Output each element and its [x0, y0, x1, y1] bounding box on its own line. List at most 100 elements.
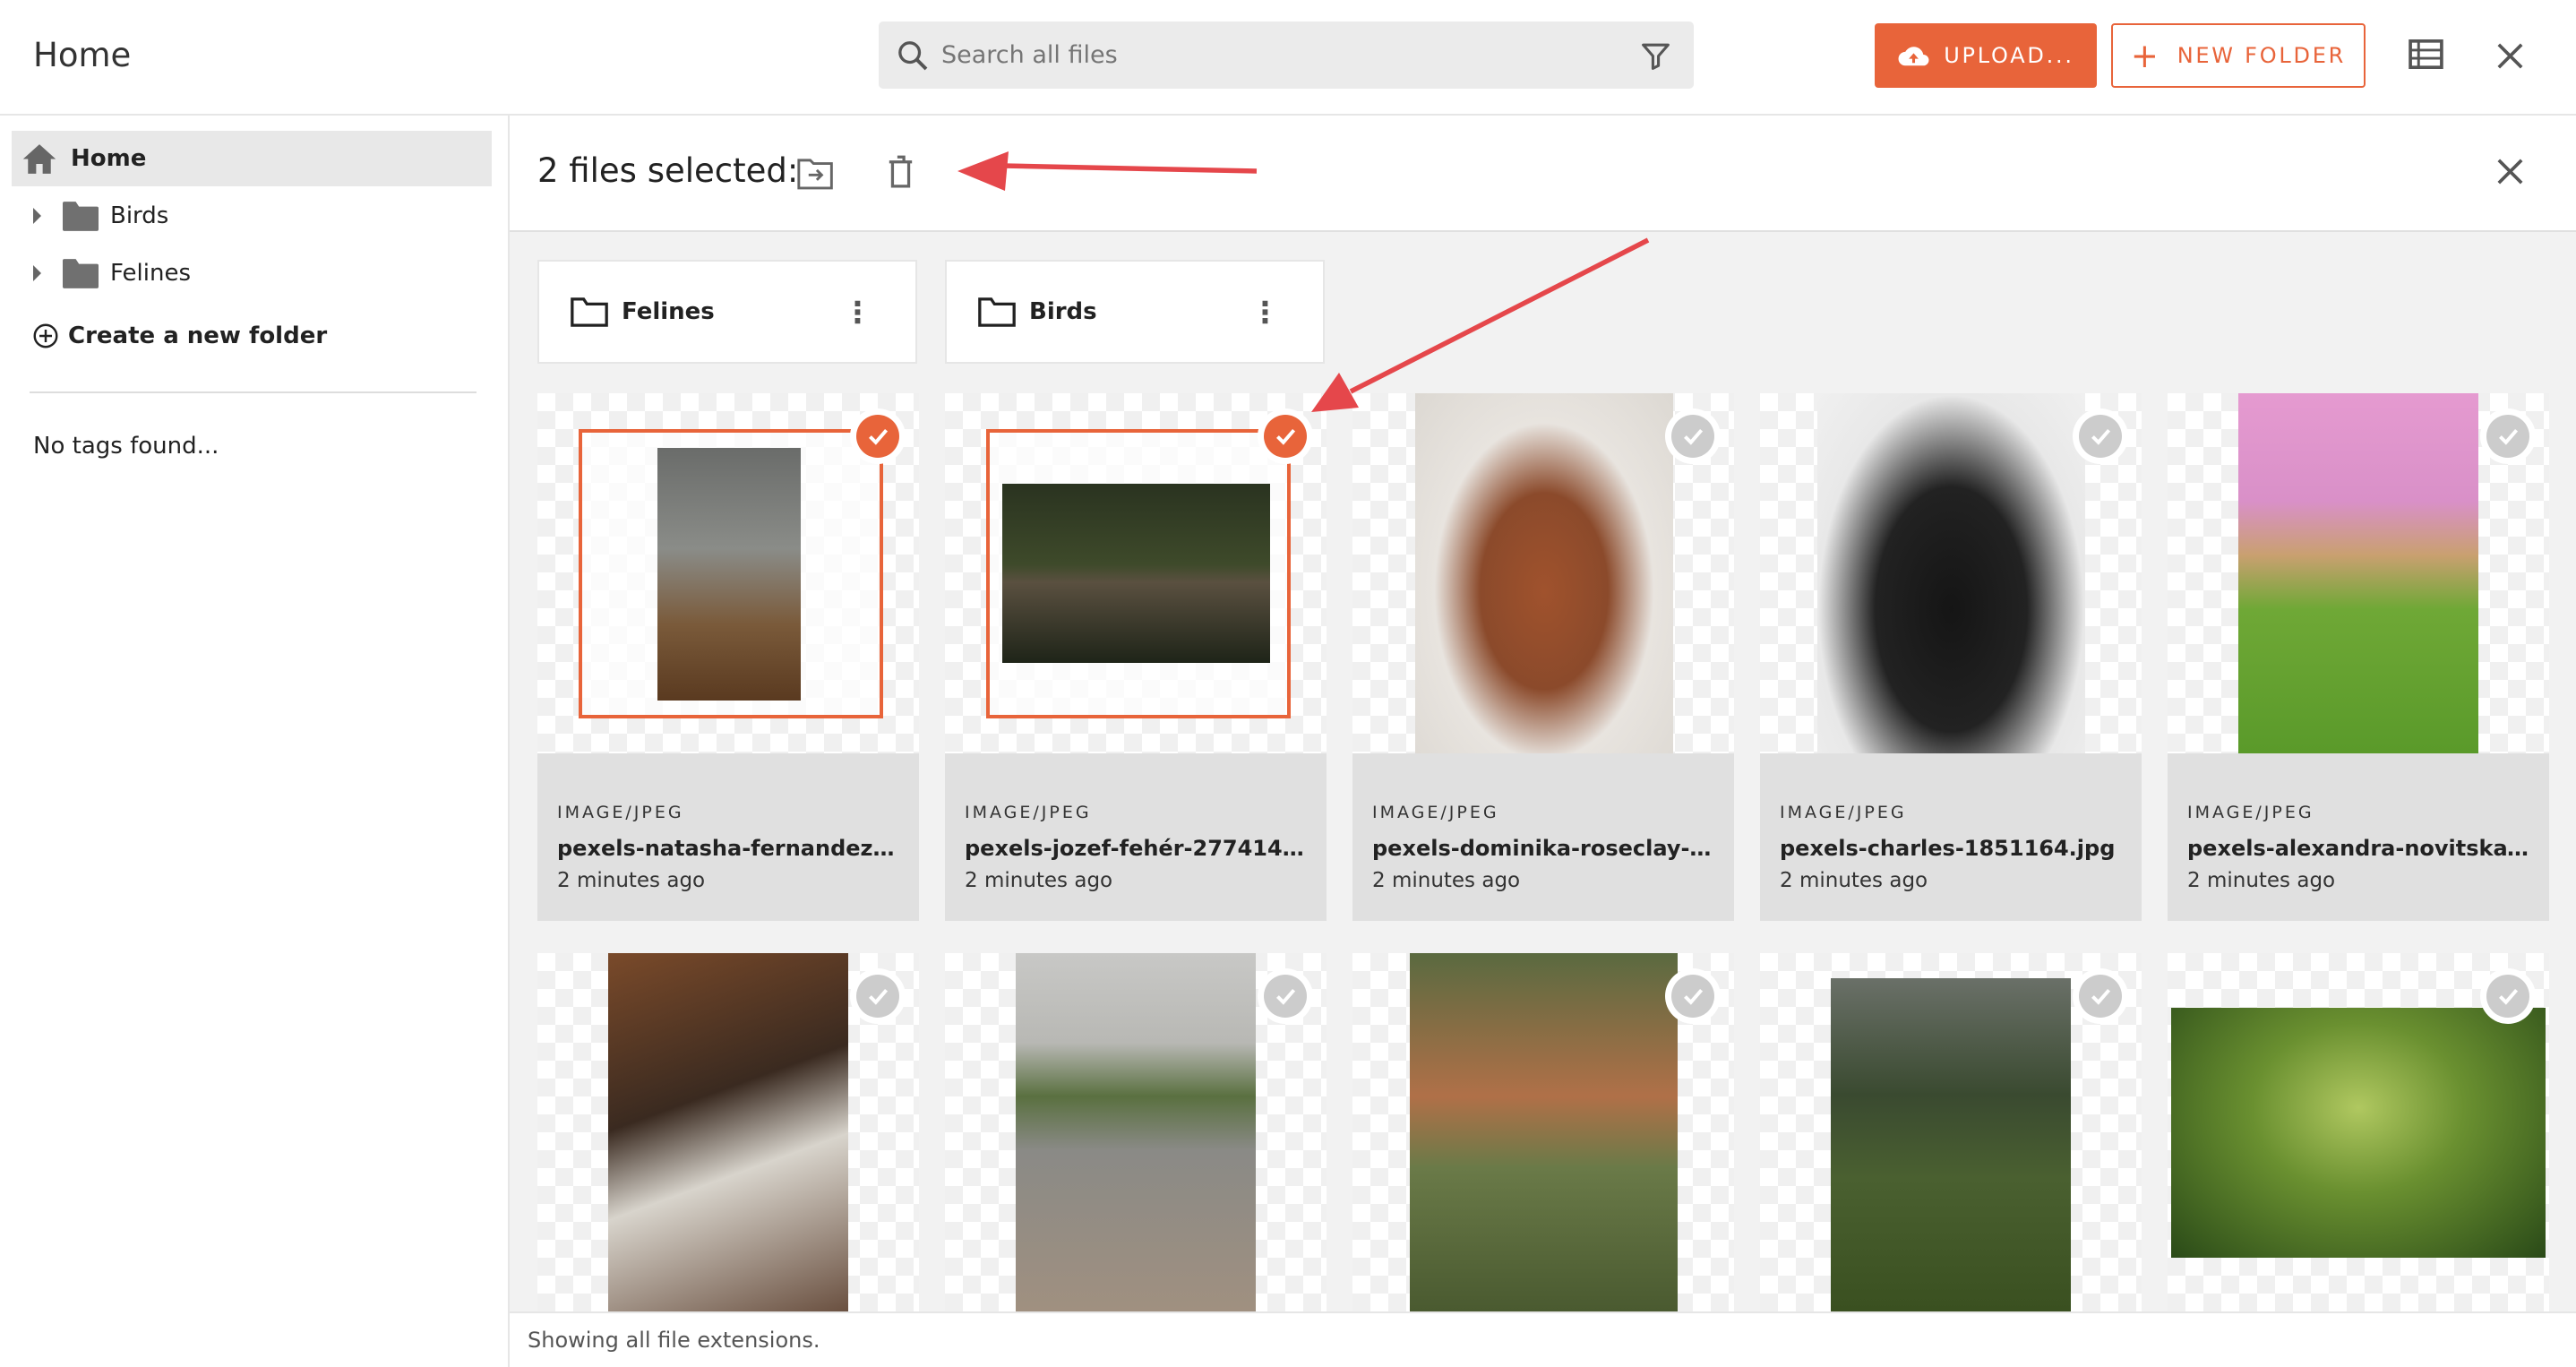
close-icon[interactable] — [2497, 43, 2523, 69]
file-type: IMAGE/JPEG — [965, 803, 1092, 822]
selection-bar: 2 files selected: — [510, 116, 2576, 232]
kangaroo-photo — [1410, 953, 1678, 1311]
status-footer: Showing all file extensions. — [510, 1311, 2576, 1367]
cloud-upload-icon — [1898, 46, 1929, 65]
check-icon — [1683, 428, 1703, 445]
file-type: IMAGE/JPEG — [2187, 803, 2314, 822]
file-type: IMAGE/JPEG — [557, 803, 684, 822]
goat-photo — [1831, 978, 2071, 1311]
list-view-icon[interactable] — [2409, 39, 2443, 69]
folder-name: Birds — [1029, 298, 1097, 325]
plus-icon: + — [2130, 36, 2161, 75]
pug-photo — [1817, 393, 2085, 753]
folder-card-birds[interactable]: Birds ⋮ — [945, 260, 1325, 364]
folder-name: Felines — [622, 298, 715, 325]
select-checkbox[interactable] — [2480, 408, 2536, 464]
file-name: pexels-jozef-fehér-2774140.jpg — [965, 836, 1309, 861]
file-type: IMAGE/JPEG — [1372, 803, 1499, 822]
file-card[interactable]: IMAGE/JPEG pexels-alexandra-novitskaya-2.… — [2168, 393, 2549, 921]
file-time: 2 minutes ago — [1780, 869, 1928, 892]
upload-button[interactable]: UPLOAD... — [1875, 23, 2097, 88]
file-thumbnail — [537, 953, 919, 1311]
new-folder-button[interactable]: + NEW FOLDER — [2111, 23, 2366, 88]
file-thumbnail — [1760, 393, 2142, 753]
header: Home UPLOAD... + NEW FOLDER — [0, 0, 2576, 116]
folder-outline-icon — [978, 297, 1016, 327]
check-icon — [2091, 428, 2110, 445]
folder-icon — [63, 258, 99, 288]
dog-party-photo — [657, 448, 801, 701]
select-checkbox[interactable] — [2073, 968, 2128, 1024]
sidebar-item-label: Felines — [110, 260, 191, 287]
sidebar-divider — [30, 391, 477, 393]
geese-photo — [1016, 953, 1256, 1311]
page-title: Home — [33, 36, 132, 74]
file-card[interactable] — [1760, 953, 2142, 1311]
delete-icon[interactable] — [888, 155, 914, 190]
sidebar-item-label: Birds — [110, 202, 169, 229]
add-circle-icon — [33, 323, 58, 348]
more-options-icon[interactable]: ⋮ — [843, 297, 872, 327]
clear-selection-icon[interactable] — [2497, 159, 2523, 185]
file-card[interactable]: IMAGE/JPEG pexels-natasha-fernandez-733..… — [537, 393, 919, 921]
create-folder-label: Create a new folder — [68, 322, 328, 349]
select-checkbox[interactable] — [850, 408, 906, 464]
check-icon — [2498, 988, 2518, 1005]
file-name: pexels-alexandra-novitskaya-2... — [2187, 836, 2532, 861]
more-options-icon[interactable]: ⋮ — [1250, 297, 1280, 327]
sidebar: Home Birds Felines Create a new folder N… — [0, 116, 510, 1367]
select-checkbox[interactable] — [1258, 408, 1313, 464]
file-card[interactable]: IMAGE/JPEG pexels-jozef-fehér-2774140.jpg… — [945, 393, 1327, 921]
file-thumbnail — [945, 953, 1327, 1311]
sidebar-item-birds[interactable]: Birds — [12, 188, 492, 244]
file-card[interactable] — [945, 953, 1327, 1311]
search-input[interactable] — [941, 21, 1604, 89]
expand-arrow-icon[interactable] — [33, 265, 41, 281]
file-thumbnail — [537, 393, 919, 753]
create-folder-link[interactable]: Create a new folder — [12, 308, 492, 364]
select-checkbox[interactable] — [1665, 408, 1721, 464]
file-name: pexels-dominika-roseclay-8952... — [1372, 836, 1717, 861]
file-card[interactable] — [1352, 953, 1734, 1311]
new-folder-label: NEW FOLDER — [2177, 43, 2347, 68]
select-checkbox[interactable] — [1665, 968, 1721, 1024]
sidebar-item-label: Home — [71, 145, 147, 172]
file-time: 2 minutes ago — [557, 869, 706, 892]
select-checkbox[interactable] — [2073, 408, 2128, 464]
select-checkbox[interactable] — [2480, 968, 2536, 1024]
expand-arrow-icon[interactable] — [33, 208, 41, 224]
dog-green-jacket-photo — [2238, 393, 2478, 753]
home-icon — [22, 143, 56, 174]
select-checkbox[interactable] — [850, 968, 906, 1024]
sidebar-item-home[interactable]: Home — [12, 131, 492, 186]
file-thumbnail — [1352, 953, 1734, 1311]
sidebar-item-felines[interactable]: Felines — [12, 245, 492, 301]
move-to-folder-icon[interactable] — [797, 157, 835, 190]
file-card[interactable] — [2168, 953, 2549, 1311]
seagulls-photo — [608, 953, 848, 1311]
check-icon — [868, 988, 888, 1005]
filter-icon[interactable] — [1639, 39, 1672, 73]
folder-card-felines[interactable]: Felines ⋮ — [537, 260, 917, 364]
file-thumbnail — [1352, 393, 1734, 753]
file-card[interactable] — [537, 953, 919, 1311]
file-card[interactable]: IMAGE/JPEG pexels-charles-1851164.jpg 2 mi… — [1760, 393, 2142, 921]
lambs-photo — [2171, 1008, 2546, 1258]
file-thumbnail — [1760, 953, 2142, 1311]
file-card[interactable]: IMAGE/JPEG pexels-dominika-roseclay-8952.… — [1352, 393, 1734, 921]
check-icon — [1683, 988, 1703, 1005]
check-icon — [1275, 428, 1295, 445]
file-time: 2 minutes ago — [965, 869, 1113, 892]
file-thumbnail — [2168, 393, 2549, 753]
selection-count: 2 files selected: — [537, 151, 799, 190]
file-name: pexels-charles-1851164.jpg — [1780, 836, 2116, 861]
select-checkbox[interactable] — [1258, 968, 1313, 1024]
upload-label: UPLOAD... — [1944, 43, 2074, 68]
folder-outline-icon — [571, 297, 608, 327]
check-icon — [2498, 428, 2518, 445]
file-grid: Felines ⋮ Birds ⋮ IMAGE/JPEG pexels-natas… — [510, 232, 2576, 1311]
check-icon — [2091, 988, 2110, 1005]
search-bar[interactable] — [879, 21, 1694, 89]
folder-icon — [63, 201, 99, 231]
search-icon — [898, 41, 928, 71]
